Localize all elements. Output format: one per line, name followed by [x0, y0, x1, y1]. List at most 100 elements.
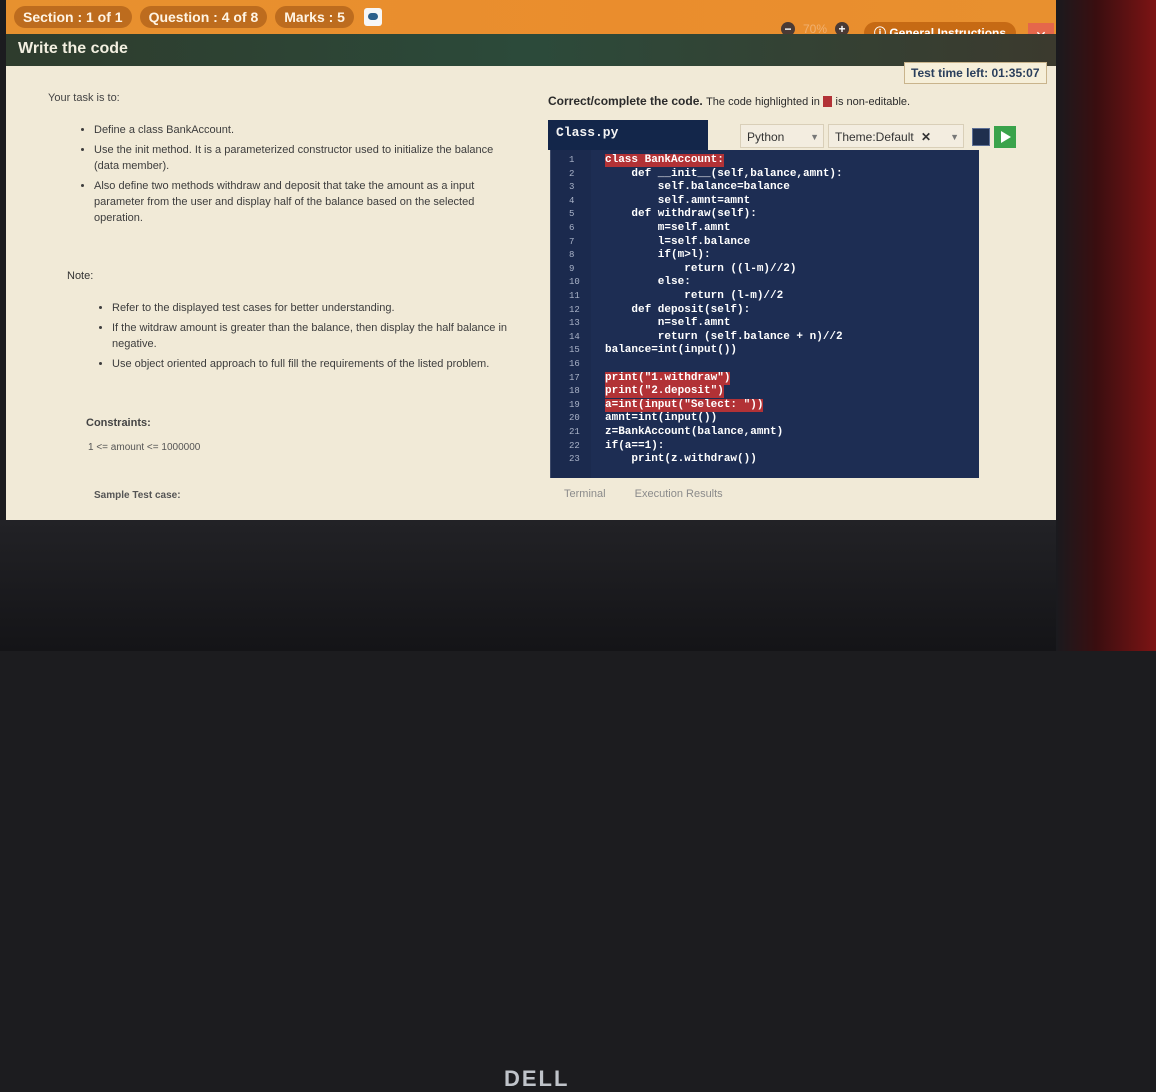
code-line[interactable]: 2 def __init__(self,balance,amnt):: [551, 168, 979, 181]
code-line[interactable]: 6 m=self.amnt: [551, 222, 979, 235]
chat-icon[interactable]: [363, 8, 382, 26]
marks-pill: Marks : 5: [275, 6, 354, 28]
non-editable-note-prefix: The code highlighted in: [706, 96, 820, 108]
theme-select[interactable]: Theme:Default ✕ ▼: [828, 124, 964, 148]
code-line[interactable]: 18 print("2.deposit"): [551, 385, 979, 399]
laptop-screen: Section : 1 of 1 Question : 4 of 8 Marks…: [6, 0, 1056, 520]
laptop-bezel: DELL: [0, 520, 1156, 1091]
code-text: else:: [605, 276, 691, 289]
code-text: print(z.withdraw()): [605, 453, 757, 466]
code-text: return (l-m)//2: [605, 290, 784, 302]
code-line[interactable]: 12 def deposit(self):: [551, 304, 979, 317]
code-text: self.balance=balance: [605, 181, 790, 194]
line-number: 15: [569, 345, 580, 356]
language-select[interactable]: Python ▼: [740, 124, 824, 148]
theme-value: Theme:Default: [835, 130, 914, 144]
code-line[interactable]: 3 self.balance=balance: [551, 181, 979, 194]
code-text: l=self.balance: [605, 235, 751, 248]
line-number: 8: [569, 250, 575, 261]
code-line[interactable]: 19 a=int(input("Select: ")): [551, 398, 979, 412]
constraints-label: Constraints:: [86, 417, 151, 429]
task-item: Also define two methods withdraw and dep…: [94, 178, 512, 226]
line-number: 7: [569, 236, 575, 247]
task-list: Define a class BankAccount. Use the init…: [72, 122, 512, 230]
save-icon[interactable]: [972, 128, 990, 146]
code-line[interactable]: 9 return ((l-m)//2): [551, 263, 979, 276]
code-line[interactable]: 7 l=self.balance: [551, 236, 979, 249]
question-pill[interactable]: Question : 4 of 8: [139, 6, 268, 28]
task-item: Use the init method. It is a parameteriz…: [94, 142, 512, 174]
non-editable-note-suffix: is non-editable.: [835, 96, 911, 108]
code-line[interactable]: 4 self.amnt=amnt: [551, 195, 979, 208]
title-bar: Write the code: [6, 34, 1056, 66]
note-item: Refer to the displayed test cases for be…: [112, 300, 510, 316]
tab-execution-results[interactable]: Execution Results: [635, 488, 723, 500]
code-line[interactable]: 23 print(z.withdraw()): [551, 453, 979, 466]
editor-instruction: Correct/complete the code. The code high…: [548, 94, 910, 108]
line-number: 11: [569, 291, 580, 301]
note-label: Note:: [67, 270, 94, 282]
code-line[interactable]: 10 else:: [551, 276, 979, 289]
code-editor[interactable]: 1 class BankAccount: 2 def __init__(self,b…: [550, 150, 979, 478]
line-number: 5: [569, 209, 575, 220]
code-line[interactable]: 21 z=BankAccount(balance,amnt): [551, 426, 979, 439]
line-number: 6: [569, 223, 575, 233]
code-text: return ((l-m)//2): [605, 262, 797, 275]
code-line[interactable]: 14 return (self.balance + n)//2: [551, 331, 979, 344]
file-tab[interactable]: Class.py: [548, 120, 708, 150]
code-line[interactable]: 17 print("1.withdraw"): [551, 371, 979, 385]
window-title: Write the code: [18, 40, 128, 57]
code-text: n=self.amnt: [605, 317, 731, 330]
sample-test-case-label: Sample Test case:: [94, 490, 181, 501]
line-number: 10: [569, 277, 580, 288]
note-item: Use object oriented approach to full fil…: [112, 356, 510, 372]
task-heading: Your task is to:: [48, 92, 120, 104]
code-line[interactable]: 5 def withdraw(self):: [551, 208, 979, 221]
chevron-down-icon: ▼: [810, 132, 819, 142]
line-number: 9: [569, 263, 575, 274]
line-number: 19: [569, 399, 580, 410]
non-editable-swatch: [823, 96, 833, 108]
code-text: a=int(input("Select: ")): [605, 398, 764, 412]
run-icon[interactable]: [994, 126, 1016, 148]
dell-logo: DELL: [504, 1066, 570, 1091]
section-pill[interactable]: Section : 1 of 1: [14, 6, 132, 28]
note-list: Refer to the displayed test cases for be…: [90, 300, 510, 376]
line-number: 17: [569, 372, 580, 383]
bottom-tabs: Terminal Execution Results: [564, 488, 749, 500]
code-line[interactable]: 15 balance=int(input()): [551, 344, 979, 357]
code-text: return (self.balance + n)//2: [605, 330, 843, 343]
line-number: 3: [569, 182, 575, 193]
code-line[interactable]: 16: [551, 358, 979, 371]
line-number: 23: [569, 454, 580, 465]
line-number: 22: [569, 440, 580, 451]
clear-icon[interactable]: ✕: [921, 130, 931, 144]
line-number: 14: [569, 331, 580, 342]
code-text: class BankAccount:: [605, 154, 724, 167]
code-line[interactable]: 8 if(m>l):: [551, 249, 979, 262]
code-line[interactable]: 1 class BankAccount:: [551, 154, 979, 167]
constraints-value: 1 <= amount <= 1000000: [88, 442, 201, 453]
line-number: 21: [569, 427, 580, 437]
code-text: def deposit(self):: [605, 303, 751, 316]
code-text: self.amnt=amnt: [605, 194, 751, 207]
code-text: amnt=int(input()): [605, 412, 718, 425]
background-edge: [1056, 0, 1156, 651]
code-line[interactable]: 11 return (l-m)//2: [551, 290, 979, 303]
line-number: 13: [569, 318, 580, 329]
language-value: Python: [747, 130, 785, 144]
tab-terminal[interactable]: Terminal: [564, 488, 606, 500]
line-number: 20: [569, 413, 580, 424]
line-number: 2: [569, 168, 575, 179]
code-line[interactable]: 13 n=self.amnt: [551, 317, 979, 330]
code-line[interactable]: 22 if(a==1):: [551, 440, 979, 453]
note-item: If the witdraw amount is greater than th…: [112, 320, 510, 352]
line-number: 4: [569, 195, 575, 206]
line-number: 1: [569, 155, 575, 165]
code-text: if(a==1):: [605, 439, 665, 452]
code-text: print("2.deposit"): [605, 385, 724, 399]
code-text: print("1.withdraw"): [605, 371, 731, 385]
code-line[interactable]: 20 amnt=int(input()): [551, 412, 979, 425]
line-number: 12: [569, 304, 580, 315]
code-text: def __init__(self,balance,amnt):: [605, 167, 843, 180]
